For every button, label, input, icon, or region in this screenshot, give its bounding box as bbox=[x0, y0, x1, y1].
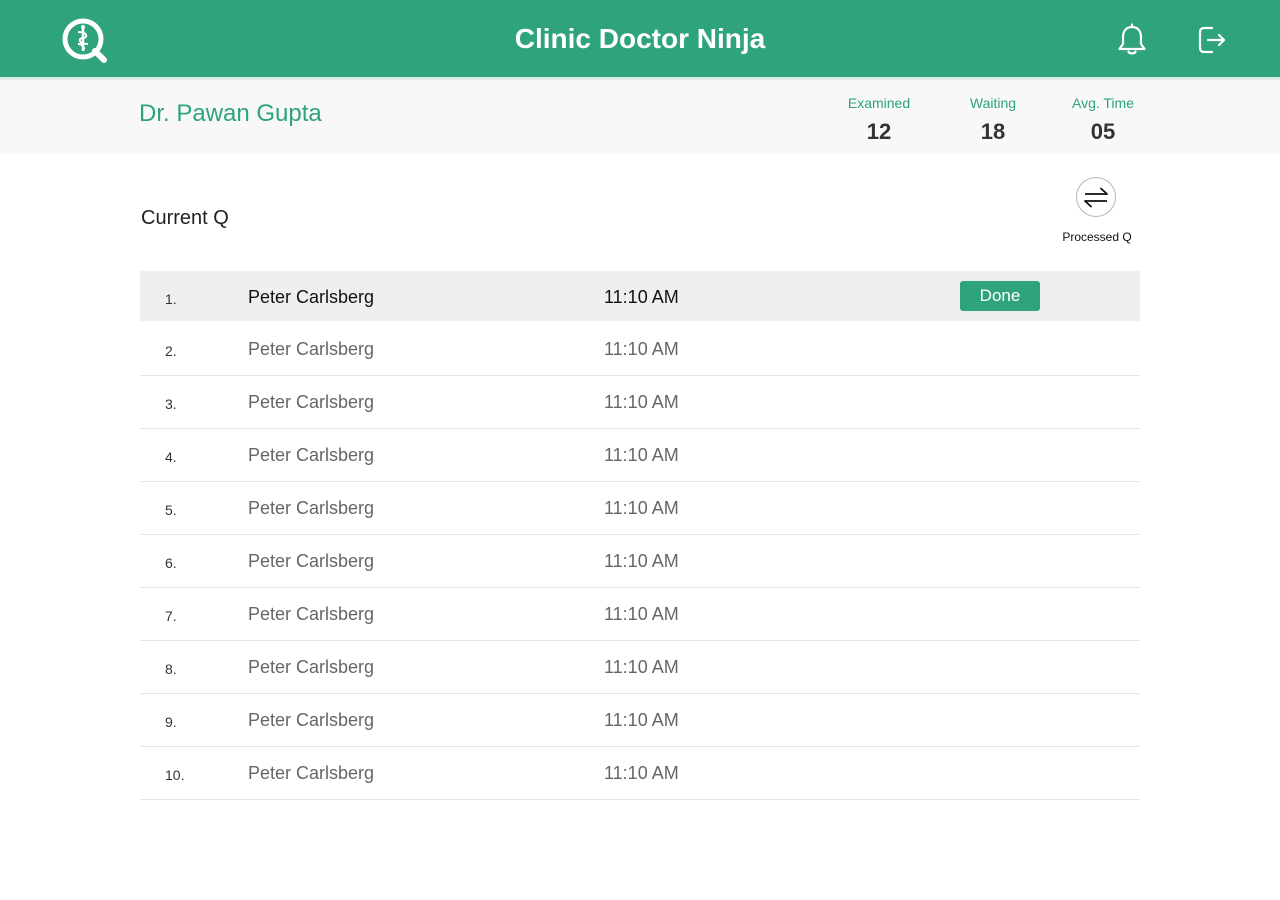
queue-title: Current Q bbox=[141, 207, 229, 229]
queue-row-number: 8. bbox=[165, 661, 177, 677]
processed-queue-button[interactable] bbox=[1076, 177, 1116, 217]
appointment-time: 11:10 AM bbox=[604, 392, 679, 412]
appointment-time: 11:10 AM bbox=[604, 445, 679, 465]
patient-name: Peter Carlsberg bbox=[248, 287, 375, 307]
queue-row-5[interactable]: 5. Peter Carlsberg 11:10 AM bbox=[140, 482, 1140, 535]
patient-name: Peter Carlsberg bbox=[248, 710, 375, 730]
queue-row-number: 7. bbox=[165, 608, 177, 624]
queue-row-8[interactable]: 8. Peter Carlsberg 11:10 AM bbox=[140, 641, 1140, 694]
done-button[interactable]: Done bbox=[960, 281, 1040, 311]
queue-row-number: 5. bbox=[165, 502, 177, 518]
patient-name: Peter Carlsberg bbox=[248, 498, 375, 518]
appointment-time: 11:10 AM bbox=[604, 498, 679, 518]
queue-row-6[interactable]: 6. Peter Carlsberg 11:10 AM bbox=[140, 535, 1140, 588]
stat-avg-time: Avg. Time 05 bbox=[1053, 94, 1153, 144]
queue-row-number: 10. bbox=[165, 767, 185, 783]
processed-queue-label: Processed Q bbox=[1062, 230, 1132, 244]
stat-examined-value: 12 bbox=[866, 119, 892, 144]
queue-row-7[interactable]: 7. Peter Carlsberg 11:10 AM bbox=[140, 588, 1140, 641]
patient-name: Peter Carlsberg bbox=[248, 392, 375, 412]
patient-name: Peter Carlsberg bbox=[248, 551, 375, 571]
patient-name: Peter Carlsberg bbox=[248, 763, 375, 783]
stat-avg-time-value: 05 bbox=[1090, 119, 1116, 144]
patient-name: Peter Carlsberg bbox=[248, 604, 375, 624]
bell-icon[interactable] bbox=[1116, 23, 1148, 57]
doctor-name: Dr. Pawan Gupta bbox=[139, 100, 322, 127]
appointment-time: 11:10 AM bbox=[604, 339, 679, 359]
queue-row-1[interactable]: 1. Peter Carlsberg 11:10 AM Done bbox=[140, 271, 1140, 321]
patient-name: Peter Carlsberg bbox=[248, 657, 375, 677]
queue-row-9[interactable]: 9. Peter Carlsberg 11:10 AM bbox=[140, 694, 1140, 747]
swap-arrows-icon bbox=[1084, 187, 1108, 208]
appointment-time: 11:10 AM bbox=[604, 604, 679, 624]
queue-row-number: 1. bbox=[165, 291, 177, 307]
stat-examined: Examined 12 bbox=[829, 94, 929, 144]
q-medical-logo-icon[interactable] bbox=[60, 16, 108, 64]
queue-row-number: 2. bbox=[165, 343, 177, 359]
doctor-summary-bar: Dr. Pawan Gupta Examined 12 Waiting 18 A… bbox=[0, 80, 1280, 154]
queue-list: 1. Peter Carlsberg 11:10 AM Done 2. Pete… bbox=[140, 271, 1140, 800]
queue-row-number: 3. bbox=[165, 396, 177, 412]
patient-name: Peter Carlsberg bbox=[248, 339, 375, 359]
stat-waiting-label: Waiting bbox=[969, 95, 1017, 111]
patient-name: Peter Carlsberg bbox=[248, 445, 375, 465]
stat-waiting: Waiting 18 bbox=[943, 94, 1043, 144]
queue-row-4[interactable]: 4. Peter Carlsberg 11:10 AM bbox=[140, 429, 1140, 482]
stat-avg-time-label: Avg. Time bbox=[1072, 95, 1134, 111]
appointment-time: 11:10 AM bbox=[604, 551, 679, 571]
queue-row-number: 9. bbox=[165, 714, 177, 730]
appointment-time: 11:10 AM bbox=[604, 657, 679, 677]
app-title: Clinic Doctor Ninja bbox=[514, 23, 766, 54]
top-app-bar: Clinic Doctor Ninja bbox=[0, 0, 1280, 80]
stat-waiting-value: 18 bbox=[980, 119, 1006, 144]
appointment-time: 11:10 AM bbox=[604, 287, 679, 307]
queue-row-number: 6. bbox=[165, 555, 177, 571]
queue-row-2[interactable]: 2. Peter Carlsberg 11:10 AM bbox=[140, 323, 1140, 376]
queue-row-10[interactable]: 10. Peter Carlsberg 11:10 AM bbox=[140, 747, 1140, 800]
queue-row-number: 4. bbox=[165, 449, 177, 465]
stat-examined-label: Examined bbox=[847, 95, 911, 111]
logout-icon[interactable] bbox=[1196, 23, 1228, 57]
queue-row-3[interactable]: 3. Peter Carlsberg 11:10 AM bbox=[140, 376, 1140, 429]
appointment-time: 11:10 AM bbox=[604, 710, 679, 730]
appointment-time: 11:10 AM bbox=[604, 763, 679, 783]
